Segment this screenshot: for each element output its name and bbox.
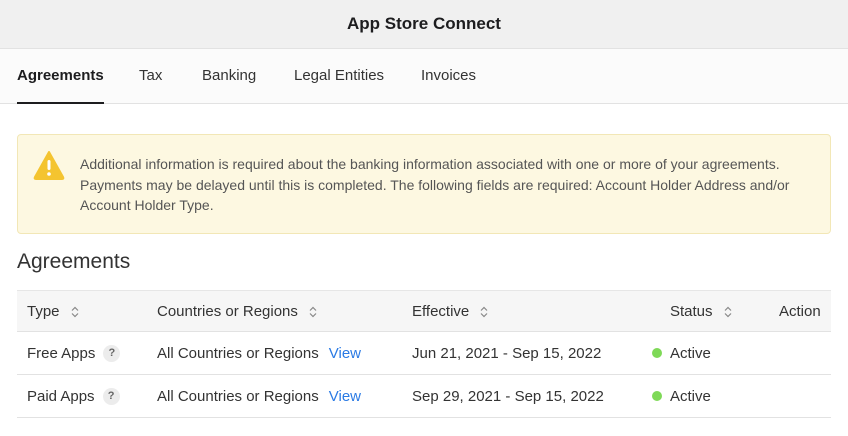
table-row: Paid Apps ? All Countries or Regions Vie… [17, 375, 831, 418]
agreements-table: Type Countries or Regions Effective Stat… [17, 290, 831, 418]
cell-effective: Jun 21, 2021 - Sep 15, 2022 [412, 344, 602, 362]
alert-message: Additional information is required about… [80, 156, 790, 213]
cell-effective: Sep 29, 2021 - Sep 15, 2022 [412, 387, 604, 405]
view-link[interactable]: View [329, 388, 361, 405]
header-effective[interactable]: Effective [412, 291, 489, 331]
cell-type: Free Apps ? [27, 332, 121, 374]
banking-warning-alert: Additional information is required about… [17, 134, 831, 234]
warning-triangle-icon [33, 150, 65, 180]
title-bar: App Store Connect [0, 0, 848, 49]
header-countries[interactable]: Countries or Regions [157, 291, 318, 331]
tab-invoices[interactable]: Invoices [421, 49, 476, 104]
tab-banking[interactable]: Banking [202, 49, 256, 104]
sort-icon [723, 305, 733, 318]
table-header-row: Type Countries or Regions Effective Stat… [17, 290, 831, 332]
help-icon[interactable]: ? [103, 344, 121, 362]
sort-icon [70, 305, 80, 318]
header-action: Action [779, 302, 821, 320]
app-title: App Store Connect [347, 14, 501, 33]
cell-type: Paid Apps ? [27, 375, 120, 417]
table-row: Free Apps ? All Countries or Regions Vie… [17, 332, 831, 375]
status-active-dot [652, 391, 662, 401]
tab-tax[interactable]: Tax [139, 49, 162, 104]
cell-countries: All Countries or Regions View [157, 344, 361, 362]
cell-status: Active [652, 375, 711, 417]
cell-status: Active [652, 332, 711, 374]
view-link[interactable]: View [329, 345, 361, 362]
section-title: Agreements [17, 250, 131, 273]
status-active-dot [652, 348, 662, 358]
header-status[interactable]: Status [670, 291, 733, 331]
sort-icon [308, 305, 318, 318]
cell-countries: All Countries or Regions View [157, 387, 361, 405]
sort-icon [479, 305, 489, 318]
tab-legal-entities[interactable]: Legal Entities [294, 49, 384, 104]
help-icon[interactable]: ? [102, 387, 120, 405]
tab-bar: Agreements Tax Banking Legal Entities In… [0, 49, 848, 104]
tab-agreements[interactable]: Agreements [17, 49, 104, 104]
header-type[interactable]: Type [27, 291, 80, 331]
